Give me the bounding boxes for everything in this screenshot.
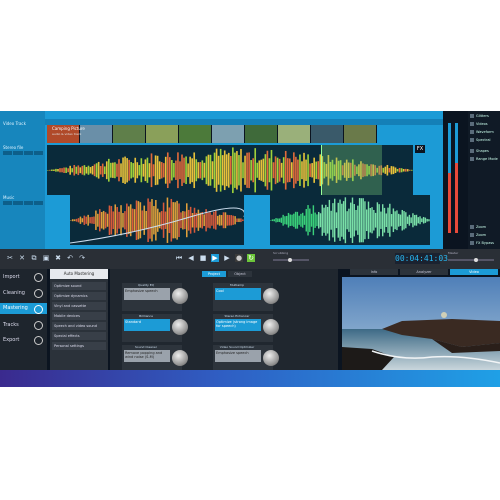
effect-card: Multiamp Cool (213, 283, 279, 311)
category-item[interactable]: Vinyl and cassette (52, 302, 106, 310)
split-icon[interactable]: ✂ (6, 254, 14, 262)
effect-preset-select[interactable]: Remove popping and wind noise (S-M) (124, 350, 170, 362)
stop-icon[interactable]: ■ (199, 254, 207, 262)
effect-preset-select[interactable]: Standard (124, 319, 170, 331)
paste-icon[interactable]: ▣ (42, 254, 50, 262)
effect-card: Quality EQ Emphasize speech (122, 283, 188, 311)
transport-bar: ✂ ✕ ⧉ ▣ ✖ ↶ ↷ ⏮ ◀ ■ ▶ ▶ ● ↻ Scrubbing 00… (0, 249, 500, 269)
rewind-icon[interactable]: ⏮ (175, 254, 183, 262)
nav-export[interactable]: Export (3, 337, 19, 343)
auto-mastering-button[interactable]: Auto Mastering (50, 269, 108, 279)
tab-object[interactable]: Object (228, 271, 252, 277)
side-item-range-mode[interactable]: Range Mode (470, 157, 498, 161)
nav-import[interactable]: Import (3, 274, 20, 280)
effect-preset-select[interactable]: Emphasize speech (215, 350, 261, 362)
category-item[interactable]: Mobile devices (52, 312, 106, 320)
mastering-categories: Auto Mastering Optimize sound Optimize d… (50, 269, 108, 370)
waveform-selection[interactable] (321, 145, 382, 195)
tab-analyzer[interactable]: Analyzer (400, 269, 448, 275)
track-label-video: Video Track (3, 121, 26, 126)
scrubbing-label: Scrubbing (273, 251, 289, 255)
export-icon (34, 336, 43, 345)
side-item-zoom[interactable]: Zoom (470, 233, 486, 237)
side-item-zoom[interactable]: Zoom (470, 225, 486, 229)
undo-icon[interactable]: ↶ (66, 254, 74, 262)
effect-preset-select[interactable]: Cool (215, 288, 261, 300)
fx-button[interactable]: FX (415, 145, 425, 153)
effect-dial[interactable] (263, 350, 279, 366)
time-display: 00:04:41:03 (395, 253, 448, 264)
clip-title: Camping Picture (52, 126, 85, 131)
side-item-fx-bypass[interactable]: FX Bypass (470, 241, 494, 245)
category-item[interactable]: Optimize sound (52, 282, 106, 290)
clip-waveform[interactable] (270, 195, 430, 245)
redo-icon[interactable]: ↷ (78, 254, 86, 262)
nav-tracks[interactable]: Tracks (3, 322, 19, 328)
copy-icon[interactable]: ⧉ (30, 254, 38, 262)
effect-preset-select[interactable]: Optimize (strong image for speech) (215, 319, 261, 331)
record-icon[interactable]: ● (235, 254, 243, 262)
mastering-icon (34, 305, 43, 314)
effect-card: Sound Cleaner Remove popping and wind no… (122, 345, 188, 370)
scrubbing-slider[interactable] (273, 258, 309, 262)
cleaning-icon (34, 289, 43, 298)
nav-cleaning[interactable]: Cleaning (3, 290, 25, 296)
delete-icon[interactable]: ✖ (54, 254, 62, 262)
master-label: Master (448, 251, 459, 255)
tab-info[interactable]: Info (350, 269, 398, 275)
effect-card: Stereo Enhancer Optimize (strong image f… (213, 314, 279, 342)
side-item-spectral[interactable]: Spectral (470, 138, 490, 142)
effect-dial[interactable] (172, 288, 188, 304)
effect-preset-select[interactable]: Emphasize speech (124, 288, 170, 300)
cut-icon[interactable]: ✕ (18, 254, 26, 262)
track-headers: Video Track Stereo file Music (0, 111, 45, 249)
effect-dial[interactable] (263, 288, 279, 304)
effect-card: Video Sound Optimizer Emphasize speech (213, 345, 279, 370)
view-options-panel: Glitters Videos Waveform Spectral Shapes… (468, 111, 500, 249)
side-item-glitters[interactable]: Glitters (470, 114, 489, 118)
timeline-editor[interactable]: Video Track Stereo file Music Camping Pi… (0, 111, 443, 249)
level-meter (443, 111, 468, 249)
preview-tabs: Info Analyzer Video (342, 269, 500, 275)
category-item[interactable]: Speech and video sound (52, 322, 106, 330)
side-item-videos[interactable]: Videos (470, 122, 488, 126)
effect-dial[interactable] (172, 350, 188, 366)
tracks-icon (34, 321, 43, 330)
category-item[interactable]: Special effects (52, 332, 106, 340)
side-item-shapes[interactable]: Shapes (470, 149, 489, 153)
effect-dial[interactable] (172, 319, 188, 335)
master-volume-slider[interactable] (448, 258, 494, 262)
left-nav: Import Cleaning Mastering Tracks Export (0, 269, 47, 370)
side-item-waveform[interactable]: Waveform (470, 130, 494, 134)
import-icon (34, 273, 43, 282)
video-preview (342, 277, 500, 370)
app-window: Video Track Stereo file Music Camping Pi… (0, 111, 500, 370)
track-controls[interactable] (3, 201, 43, 205)
track-controls[interactable] (3, 151, 43, 155)
category-item[interactable]: Personal settings (52, 342, 106, 350)
clip-subtitle: audio & video track (52, 132, 82, 136)
footer-gradient-bar (0, 370, 500, 387)
effect-dial[interactable] (263, 319, 279, 335)
category-item[interactable]: Optimize dynamics (52, 292, 106, 300)
effects-grid: Project Object Quality EQ Emphasize spee… (110, 269, 338, 370)
play-icon[interactable]: ▶ (211, 254, 219, 262)
next-icon[interactable]: ▶ (223, 254, 231, 262)
tab-video[interactable]: Video (450, 269, 498, 275)
previous-icon[interactable]: ◀ (187, 254, 195, 262)
music-waveform[interactable] (70, 195, 244, 245)
video-thumbnail-strip[interactable] (47, 125, 377, 143)
effect-card: Brilliance Standard (122, 314, 188, 342)
loop-icon[interactable]: ↻ (247, 254, 255, 262)
track-label-music: Music (3, 195, 15, 200)
track-label-stereo: Stereo file (3, 145, 24, 150)
tab-project[interactable]: Project (202, 271, 226, 277)
